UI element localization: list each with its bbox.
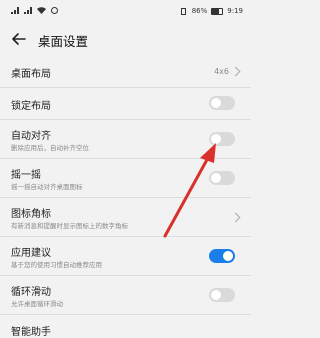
setting-description: 摇一摇自动对齐桌面图标 [11, 183, 83, 191]
header: 桌面设置 [0, 22, 251, 56]
setting-label: 图标角标 [11, 209, 51, 220]
status-time: 9:19 [227, 7, 243, 15]
setting-lock-layout: 锁定布局 [0, 88, 251, 120]
status-bar: 86% 9:19 [0, 0, 251, 22]
page-title: 桌面设置 [38, 34, 89, 49]
notification-icon [51, 7, 58, 14]
settings-list: 桌面布局 4x6 锁定布局 自动对齐 删除应用后，自动补齐空位 摇一摇 摇一摇自… [0, 56, 251, 338]
chevron-right-icon [230, 66, 241, 77]
signal-icon-2 [24, 7, 32, 14]
battery-percent: 86% [191, 7, 208, 15]
setting-label: 智能助手 [11, 327, 51, 338]
back-arrow-icon[interactable] [9, 29, 29, 49]
setting-app-suggestions: 应用建议 基于您的使用习惯自动推荐应用 [0, 237, 251, 276]
auto-align-toggle[interactable] [209, 132, 235, 146]
wifi-icon [37, 7, 46, 14]
setting-smart-assistant[interactable]: 智能助手 [0, 315, 251, 338]
setting-description: 允许桌面循环滑动 [11, 300, 63, 308]
vibrate-icon [180, 7, 186, 15]
setting-label: 应用建议 [11, 248, 51, 259]
chevron-right-icon [230, 212, 241, 223]
app-suggestions-toggle[interactable] [209, 249, 235, 263]
setting-description: 有新消息和提醒时显示图标上的数字角标 [11, 222, 128, 230]
status-icons-left [11, 7, 59, 14]
setting-icon-badge[interactable]: 图标角标 有新消息和提醒时显示图标上的数字角标 [0, 198, 251, 237]
setting-loop-scroll: 循环滑动 允许桌面循环滑动 [0, 276, 251, 315]
setting-value: 4x6 [214, 67, 229, 76]
loop-scroll-toggle[interactable] [209, 288, 235, 302]
setting-shake: 摇一摇 摇一摇自动对齐桌面图标 [0, 159, 251, 198]
setting-label: 自动对齐 [11, 131, 51, 142]
lock-layout-toggle[interactable] [209, 96, 235, 110]
setting-label: 摇一摇 [11, 170, 41, 181]
setting-description: 基于您的使用习惯自动推荐应用 [11, 261, 102, 269]
signal-icon [11, 7, 19, 14]
shake-toggle[interactable] [209, 171, 235, 185]
setting-description: 删除应用后，自动补齐空位 [11, 144, 89, 152]
status-icons-right: 86% 9:19 [179, 7, 243, 15]
setting-label: 锁定布局 [11, 101, 51, 112]
setting-label: 循环滑动 [11, 287, 51, 298]
setting-desktop-layout[interactable]: 桌面布局 4x6 [0, 56, 251, 88]
setting-auto-align: 自动对齐 删除应用后，自动补齐空位 [0, 120, 251, 159]
setting-label: 桌面布局 [11, 69, 51, 80]
battery-icon [211, 7, 224, 15]
